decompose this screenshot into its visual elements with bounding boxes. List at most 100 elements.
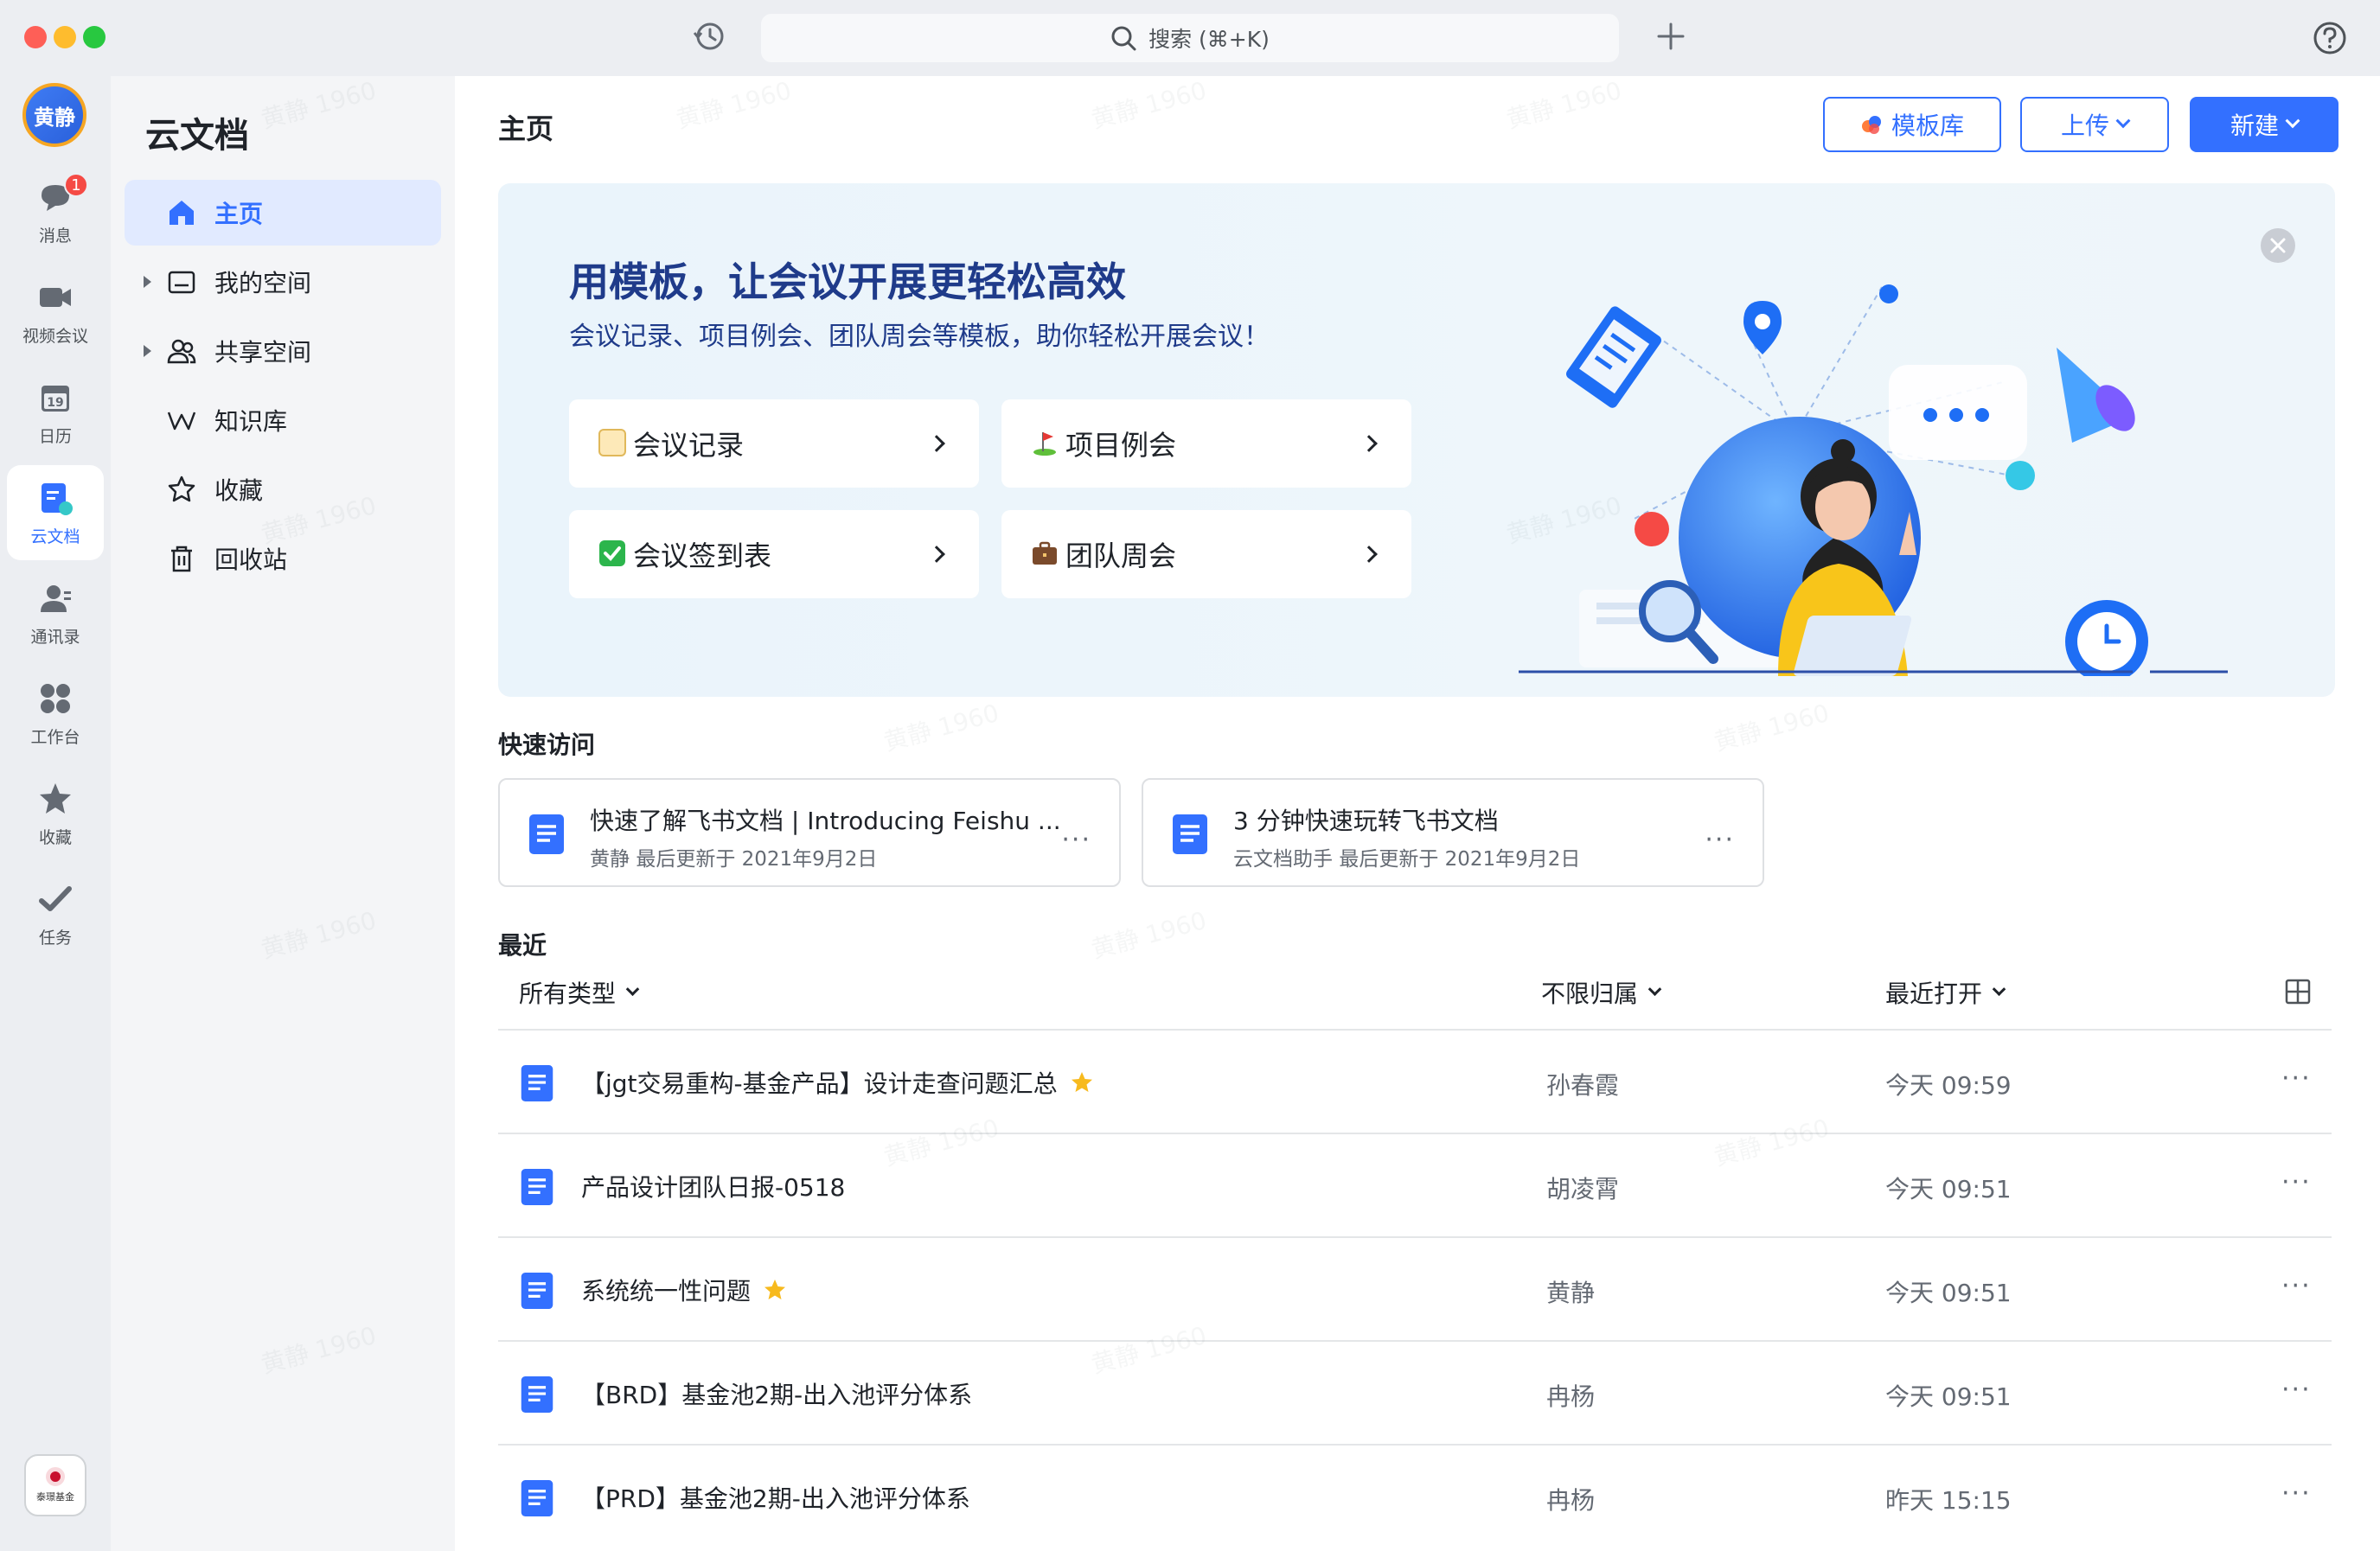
- more-options-button[interactable]: ···: [2281, 1478, 2312, 1509]
- table-row[interactable]: 【BRD】基金池2期-出入池评分体系 冉杨 今天 09:51 ···: [498, 1340, 2332, 1444]
- history-icon[interactable]: [692, 19, 726, 54]
- template-library-button[interactable]: 模板库: [1823, 97, 2001, 152]
- more-options-button[interactable]: ···: [2281, 1375, 2312, 1405]
- grid-view-icon[interactable]: [2285, 979, 2311, 1005]
- rail-item-calendar[interactable]: 19 日历: [7, 365, 104, 460]
- shared-users-icon: [167, 339, 196, 364]
- close-window-button[interactable]: [24, 26, 47, 48]
- sidebar-item-my-space[interactable]: 我的空间: [125, 249, 441, 315]
- rail-item-favorites[interactable]: 收藏: [7, 766, 104, 861]
- table-row[interactable]: 产品设计团队日报-0518 胡凌霄 今天 09:51 ···: [498, 1133, 2332, 1236]
- wiki-icon: [167, 412, 196, 431]
- task-check-icon: [39, 885, 72, 911]
- more-options-button[interactable]: ···: [2281, 1271, 2312, 1301]
- expand-caret-icon[interactable]: [144, 345, 151, 357]
- trash-icon: [171, 546, 192, 572]
- sidebar-item-favorites[interactable]: 收藏: [125, 456, 441, 522]
- chevron-down-icon: [625, 981, 640, 996]
- quick-access-title: 快速访问: [498, 731, 596, 759]
- file-opened-time: 今天 09:59: [1885, 1071, 2012, 1100]
- banner-subtitle: 会议记录、项目例会、团队周会等模板，助你轻松开展会议！: [569, 322, 1270, 352]
- quick-access-meta: 黄静 最后更新于 2021年9月2日: [590, 848, 878, 871]
- docs-icon: [42, 482, 73, 515]
- avatar[interactable]: 黄静: [22, 83, 86, 147]
- memo-icon: [598, 429, 626, 456]
- rail-item-docs[interactable]: 云文档: [7, 465, 104, 560]
- file-opened-time: 今天 09:51: [1885, 1175, 2012, 1203]
- file-opened-time: 今天 09:51: [1885, 1279, 2012, 1307]
- file-owner: 孙春霞: [1546, 1071, 1620, 1100]
- video-camera-icon: [40, 287, 71, 307]
- rail-item-workplace[interactable]: 工作台: [7, 666, 104, 761]
- minimize-window-button[interactable]: [54, 26, 76, 48]
- search-placeholder: 搜索 (⌘+K): [1148, 27, 1270, 52]
- rail-item-messages[interactable]: 消息 1: [7, 164, 104, 259]
- more-options-button[interactable]: ···: [2281, 1167, 2312, 1197]
- chevron-down-icon: [2285, 113, 2300, 129]
- close-icon: [2270, 238, 2286, 253]
- doc-file-icon: [521, 1169, 553, 1205]
- chevron-down-icon: [2115, 113, 2131, 129]
- expand-caret-icon[interactable]: [144, 276, 151, 288]
- rail-item-tasks[interactable]: 任务: [7, 866, 104, 961]
- sort-dropdown[interactable]: 最近打开: [1885, 975, 2006, 1010]
- apps-grid-icon: [41, 683, 70, 713]
- sidebar-item-trash[interactable]: 回收站: [125, 526, 441, 591]
- starred-icon[interactable]: [1070, 1070, 1094, 1095]
- org-logo-mark: [46, 1467, 65, 1486]
- file-name: 系统统一性问题: [581, 1273, 787, 1307]
- more-options-button[interactable]: ···: [1705, 825, 1735, 855]
- sidebar-item-wiki[interactable]: 知识库: [125, 387, 441, 453]
- quick-access-card[interactable]: 3 分钟快速玩转飞书文档 云文档助手 最后更新于 2021年9月2日 ···: [1142, 778, 1764, 887]
- new-button[interactable]: 新建: [2190, 97, 2338, 152]
- more-options-button[interactable]: ···: [2281, 1063, 2312, 1094]
- doc-file-icon: [1173, 814, 1207, 854]
- title-bar: 搜索 (⌘+K): [0, 0, 2380, 76]
- table-row[interactable]: 【jgt交易重构-基金产品】设计走查问题汇总 孙春霞 今天 09:59 ···: [498, 1029, 2332, 1133]
- sidebar-item-shared-space[interactable]: 共享空间: [125, 318, 441, 384]
- recent-title: 最近: [498, 931, 547, 960]
- sidebar-item-home[interactable]: 主页: [125, 180, 441, 246]
- doc-file-icon: [521, 1376, 553, 1413]
- chevron-down-icon: [1647, 981, 1662, 996]
- file-name: 【PRD】基金池2期-出入池评分体系: [581, 1484, 970, 1513]
- doc-file-icon: [529, 814, 564, 854]
- rail-item-contacts[interactable]: 通讯录: [7, 565, 104, 661]
- file-owner: 冉杨: [1546, 1382, 1596, 1411]
- more-options-button[interactable]: ···: [1061, 825, 1091, 855]
- template-card-team-weekly[interactable]: 团队周会: [1001, 510, 1411, 598]
- calendar-icon: 19: [42, 385, 69, 412]
- template-banner: 用模板，让会议开展更轻松高效 会议记录、项目例会、团队周会等模板，助你轻松开展会…: [498, 183, 2335, 697]
- file-owner: 胡凌霄: [1546, 1175, 1620, 1203]
- file-owner: 黄静: [1546, 1279, 1596, 1307]
- type-filter-dropdown[interactable]: 所有类型: [519, 975, 640, 1010]
- file-name: 产品设计团队日报-0518: [581, 1173, 846, 1202]
- quick-access-title-text: 快速了解飞书文档 | Introducing Feishu ...: [590, 807, 1061, 835]
- main-content: 主页 模板库 上传 新建 用模板，让会议开展更轻松高效 会议记录、项目例会、团队…: [455, 76, 2380, 1551]
- plus-icon[interactable]: [1654, 19, 1688, 54]
- table-row[interactable]: 【PRD】基金池2期-出入池评分体系 冉杨 昨天 15:15 ···: [498, 1444, 2332, 1548]
- banner-close-button[interactable]: [2261, 228, 2295, 263]
- starred-icon[interactable]: [763, 1278, 787, 1302]
- owner-filter-dropdown[interactable]: 不限归属: [1541, 975, 1662, 1010]
- help-icon[interactable]: [2313, 21, 2347, 55]
- zoom-window-button[interactable]: [83, 26, 106, 48]
- rail-item-video-meeting[interactable]: 视频会议: [7, 265, 104, 360]
- svg-text:19: 19: [47, 396, 63, 410]
- contacts-icon: [41, 584, 71, 612]
- template-card-meeting-notes[interactable]: 会议记录: [569, 399, 979, 488]
- table-row[interactable]: 系统统一性问题 黄静 今天 09:51 ···: [498, 1236, 2332, 1340]
- template-card-project-meeting[interactable]: 项目例会: [1001, 399, 1411, 488]
- file-name: 【jgt交易重构-基金产品】设计走查问题汇总: [581, 1065, 1094, 1100]
- file-opened-time: 昨天 15:15: [1885, 1486, 2012, 1515]
- quick-access-title-text: 3 分钟快速玩转飞书文档: [1233, 807, 1499, 835]
- docs-sidebar: 云文档 主页 我的空间 共享空间 知识库 收藏 回收站: [111, 76, 455, 1551]
- unread-badge: 1: [64, 173, 88, 197]
- upload-button[interactable]: 上传: [2020, 97, 2169, 152]
- quick-access-card[interactable]: 快速了解飞书文档 | Introducing Feishu ... 黄静 最后更…: [498, 778, 1121, 887]
- template-card-sign-in-sheet[interactable]: 会议签到表: [569, 510, 979, 598]
- search-bar[interactable]: 搜索 (⌘+K): [761, 14, 1619, 62]
- sidebar-title: 云文档: [145, 116, 249, 156]
- golf-flag-icon: [1033, 432, 1056, 456]
- org-logo[interactable]: 泰璟基金: [24, 1454, 86, 1516]
